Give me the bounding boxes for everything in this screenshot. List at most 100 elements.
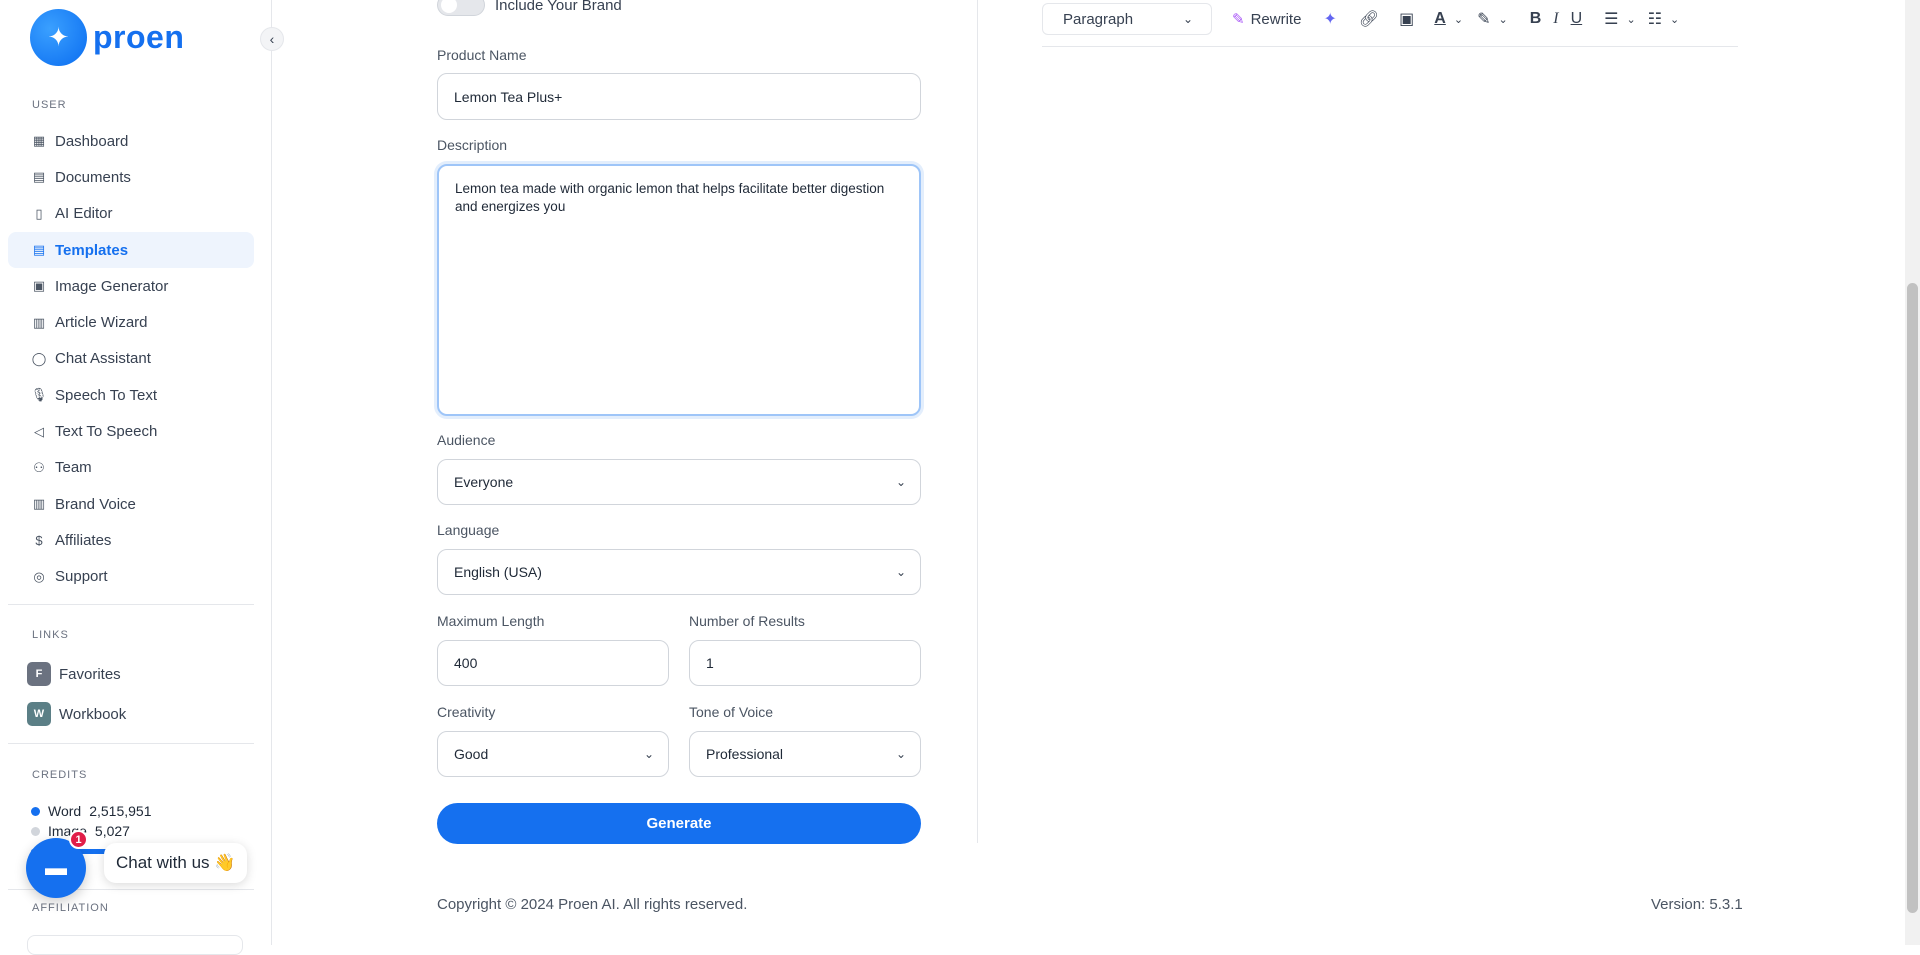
link-button[interactable]: 🔗︎ bbox=[1359, 9, 1379, 29]
numbered-list-icon: ☷ bbox=[1647, 11, 1663, 28]
sidebar-item-ai-editor[interactable]: ▯ AI Editor bbox=[8, 196, 254, 232]
credit-word: Word 2,515,951 bbox=[31, 803, 152, 819]
product-name-label: Product Name bbox=[437, 47, 527, 63]
speaker-icon: ◁ bbox=[34, 423, 44, 439]
sidebar-item-documents[interactable]: ▤ Documents bbox=[8, 159, 254, 195]
generate-button[interactable]: Generate bbox=[437, 803, 921, 844]
description-label: Description bbox=[437, 137, 508, 153]
footer-version: Version: 5.3.1 bbox=[1651, 896, 1743, 913]
tone-label: Tone of Voice bbox=[689, 704, 774, 720]
link-label: Workbook bbox=[59, 705, 127, 723]
sidebar-item-speech-to-text[interactable]: 🎙︎ Speech To Text bbox=[8, 377, 254, 413]
product-name-input[interactable]: Lemon Tea Plus+ bbox=[437, 73, 921, 120]
audience-select[interactable]: Everyone ⌄ bbox=[437, 459, 921, 505]
results-input[interactable]: 1 bbox=[689, 640, 921, 686]
description-textarea[interactable]: Lemon tea made with organic lemon that h… bbox=[437, 164, 921, 416]
brand-voice-icon: ▥ bbox=[32, 496, 46, 512]
rewrite-button[interactable]: ✎ Rewrite bbox=[1232, 10, 1302, 29]
sidebar-item-image-generator[interactable]: ▣ Image Generator bbox=[8, 268, 254, 304]
bullet-list-button[interactable]: ☰ ⌄ bbox=[1604, 9, 1636, 29]
sidebar-item-team[interactable]: ⚇ Team bbox=[8, 450, 254, 486]
credit-image-value: 5,027 bbox=[94, 823, 130, 839]
ai-editor-icon: ▯ bbox=[35, 205, 43, 221]
image-button[interactable]: ▣ bbox=[1399, 9, 1414, 29]
dollar-icon: $ bbox=[35, 532, 43, 548]
sidebar-item-label: Chat Assistant bbox=[55, 350, 151, 368]
sidebar-item-label: Documents bbox=[55, 168, 131, 186]
results-value: 1 bbox=[706, 655, 714, 671]
scrollbar-thumb[interactable] bbox=[1907, 283, 1918, 913]
panel-divider bbox=[977, 0, 978, 843]
creativity-select[interactable]: Good ⌄ bbox=[437, 731, 669, 777]
editor-toolbar: Paragraph ⌄ ✎ Rewrite ✦ 🔗︎ ▣ A ⌄ ✎ ⌄ B I U… bbox=[1042, 0, 1738, 47]
sidebar-item-templates[interactable]: ▤ Templates bbox=[8, 231, 254, 269]
affiliation-box[interactable] bbox=[27, 935, 243, 955]
link-label: Favorites bbox=[59, 665, 121, 683]
italic-button[interactable]: I bbox=[1553, 10, 1558, 28]
sidebar-item-text-to-speech[interactable]: ◁ Text To Speech bbox=[8, 413, 254, 449]
link-workbook[interactable]: W Workbook bbox=[27, 702, 126, 726]
max-length-input[interactable]: 400 bbox=[437, 640, 669, 686]
rewrite-label: Rewrite bbox=[1250, 10, 1302, 28]
image-icon: ▣ bbox=[1399, 11, 1415, 28]
sidebar-item-label: Templates bbox=[55, 241, 129, 259]
sidebar-item-chat-assistant[interactable]: ◯ Chat Assistant bbox=[8, 341, 254, 377]
collapse-sidebar-button[interactable]: ‹ bbox=[260, 27, 284, 51]
tone-select[interactable]: Professional ⌄ bbox=[689, 731, 921, 777]
language-select[interactable]: English (USA) ⌄ bbox=[437, 549, 921, 595]
favorites-badge: F bbox=[27, 662, 51, 686]
logo[interactable]: ✦ proen bbox=[30, 9, 184, 66]
links-section-label: LINKS bbox=[32, 629, 69, 641]
audience-value: Everyone bbox=[454, 474, 514, 490]
bullet-list-icon: ☰ bbox=[1604, 11, 1619, 28]
include-brand-toggle-row[interactable]: Include Your Brand bbox=[437, 0, 622, 16]
chevron-down-icon: ⌄ bbox=[895, 747, 906, 761]
highlight-button[interactable]: ✎ ⌄ bbox=[1477, 9, 1508, 29]
sidebar-item-label: AI Editor bbox=[55, 205, 113, 223]
sidebar-divider bbox=[8, 604, 254, 605]
mic-icon: 🎙︎ bbox=[30, 387, 48, 403]
sidebar-item-affiliates[interactable]: $ Affiliates bbox=[8, 522, 254, 558]
sidebar-item-label: Team bbox=[55, 459, 92, 477]
link-icon: 🔗︎ bbox=[1358, 11, 1380, 28]
chat-icon: ◯ bbox=[31, 350, 47, 366]
sidebar-item-dashboard[interactable]: ▦ Dashboard bbox=[8, 123, 254, 159]
tone-value: Professional bbox=[706, 746, 784, 762]
sidebar-item-article-wizard[interactable]: ▥ Article Wizard bbox=[8, 304, 254, 340]
sidebar-item-label: Image Generator bbox=[55, 277, 169, 295]
underline-button[interactable]: U bbox=[1571, 10, 1583, 28]
sidebar-divider bbox=[8, 743, 254, 744]
chat-with-us-pill[interactable]: Chat with us 👋 bbox=[104, 843, 248, 883]
sidebar: ✦ proen USER ▦ Dashboard ▤ Documents ▯ A… bbox=[0, 0, 272, 955]
bold-icon: B bbox=[1529, 10, 1542, 27]
sidebar-item-label: Article Wizard bbox=[55, 314, 148, 332]
chevron-left-icon: ‹ bbox=[269, 31, 275, 47]
include-brand-toggle[interactable] bbox=[437, 0, 485, 16]
paragraph-value: Paragraph bbox=[1063, 10, 1134, 28]
word-dot-icon bbox=[31, 806, 40, 816]
affiliation-section-label: AFFILIATION bbox=[32, 902, 109, 914]
sidebar-item-support[interactable]: ◎ Support bbox=[8, 559, 254, 595]
sparkle-logo-icon: ✦ bbox=[30, 9, 87, 66]
ai-sparkle-button[interactable]: ✦ bbox=[1323, 9, 1336, 29]
sparkle-icon: ✦ bbox=[1323, 11, 1337, 28]
link-favorites[interactable]: F Favorites bbox=[27, 662, 121, 686]
sidebar-item-brand-voice[interactable]: ▥ Brand Voice bbox=[8, 486, 254, 522]
sidebar-item-label: Brand Voice bbox=[55, 495, 136, 513]
italic-icon: I bbox=[1553, 10, 1559, 27]
documents-icon: ▤ bbox=[32, 169, 46, 185]
bold-button[interactable]: B bbox=[1530, 10, 1542, 28]
numbered-list-button[interactable]: ☷ ⌄ bbox=[1648, 9, 1680, 29]
text-color-button[interactable]: A ⌄ bbox=[1434, 10, 1463, 28]
article-icon: ▥ bbox=[32, 314, 46, 330]
image-icon: ▣ bbox=[32, 278, 46, 294]
sidebar-item-label: Dashboard bbox=[55, 132, 129, 150]
chevron-down-icon: ⌄ bbox=[895, 475, 906, 489]
workbook-badge: W bbox=[27, 702, 51, 726]
max-length-value: 400 bbox=[454, 655, 478, 671]
credits-section-label: CREDITS bbox=[32, 769, 88, 781]
paragraph-select[interactable]: Paragraph ⌄ bbox=[1042, 3, 1212, 35]
image-dot-icon bbox=[31, 826, 40, 836]
dashboard-icon: ▦ bbox=[32, 133, 46, 149]
sidebar-item-label: Text To Speech bbox=[55, 423, 158, 441]
